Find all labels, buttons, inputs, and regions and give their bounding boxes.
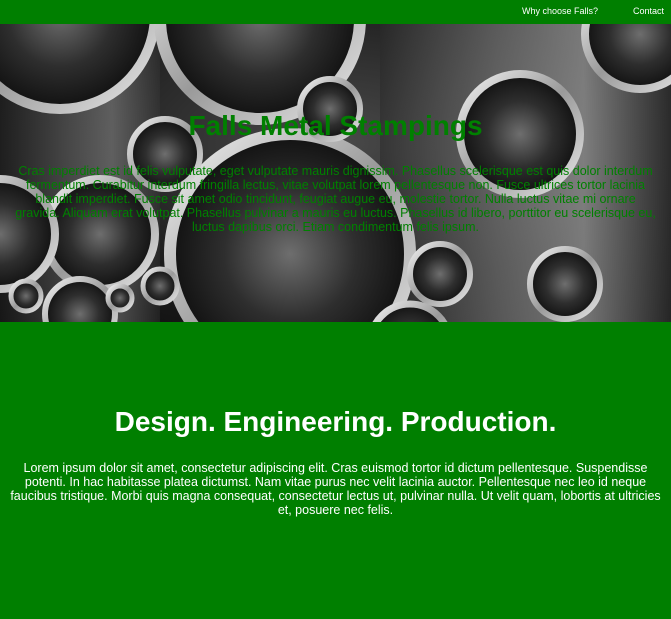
- hero-title: Falls Metal Stampings: [188, 110, 483, 141]
- section-heading: Design. Engineering. Production.: [114, 406, 557, 437]
- hero-description: Cras imperdiet est id felis vulputate, e…: [15, 164, 656, 234]
- top-nav: Why choose Falls? Contact: [0, 0, 671, 24]
- hero-banner: Falls Metal Stampings Cras imperdiet est…: [0, 24, 671, 322]
- services-section: Design. Engineering. Production. Lorem i…: [0, 322, 671, 619]
- nav-link-contact[interactable]: Contact: [633, 6, 664, 16]
- section-description: Lorem ipsum dolor sit amet, consectetur …: [10, 461, 661, 517]
- nav-link-why-choose-falls[interactable]: Why choose Falls?: [522, 6, 598, 16]
